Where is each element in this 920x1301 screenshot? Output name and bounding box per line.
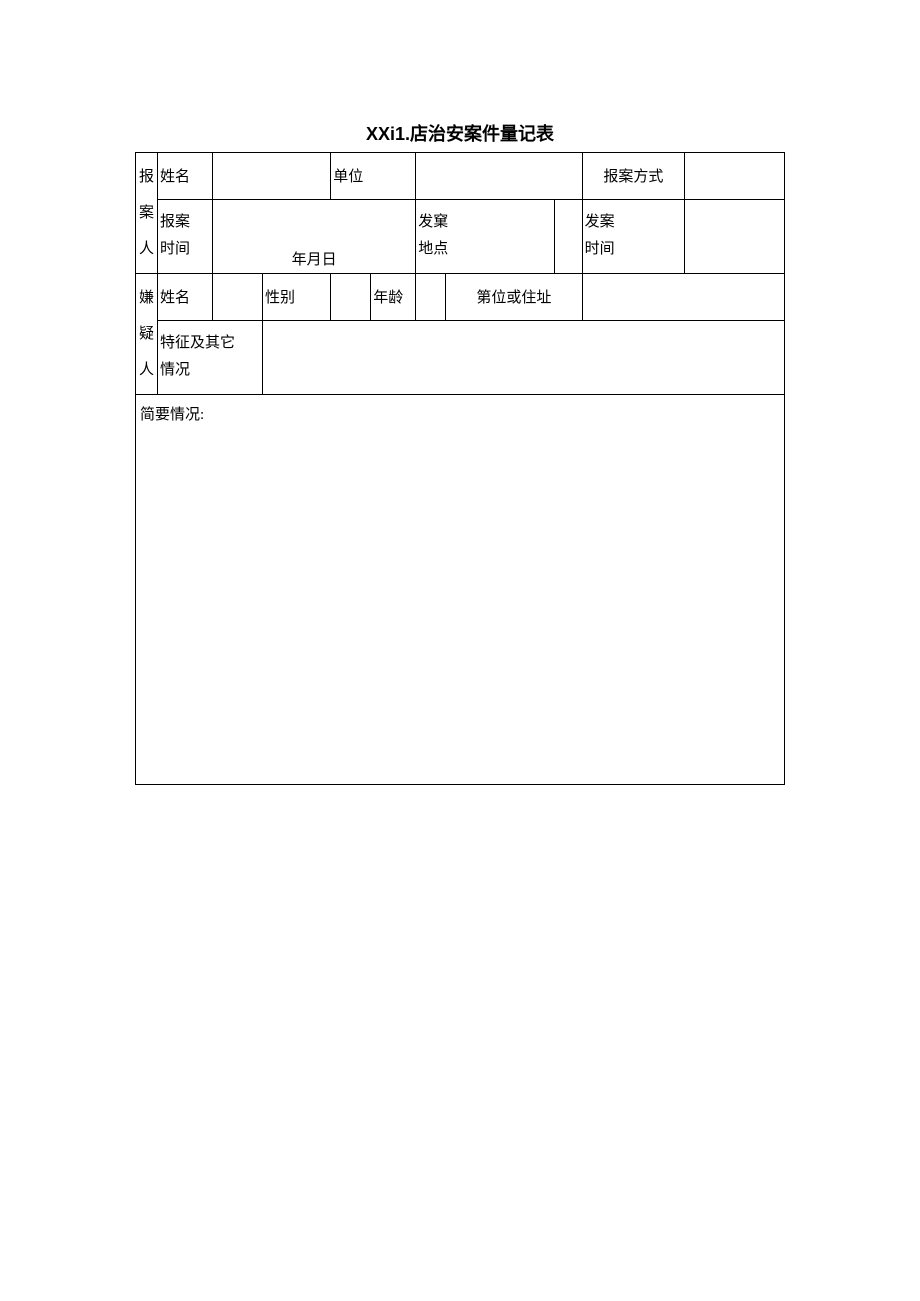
record-table: 报案人 姓名 单位 报案方式 报案时间 年月日 发窠地点 发案时间 嫌疑人 姓名… (135, 152, 785, 785)
incident-location-label: 发窠地点 (416, 199, 555, 273)
brief-label: 简要情况: (140, 407, 204, 423)
suspect-features-value (263, 320, 785, 394)
suspect-address-value (582, 274, 784, 321)
reporter-name-label: 姓名 (158, 153, 213, 200)
incident-location-value (555, 199, 582, 273)
reporter-method-label: 报案方式 (582, 153, 684, 200)
reporter-method-value (685, 153, 785, 200)
brief-situation: 简要情况: (136, 395, 785, 785)
incident-time-value (685, 199, 785, 273)
suspect-name-label: 姓名 (158, 274, 213, 321)
suspect-features-label: 特征及其它情况 (158, 320, 263, 394)
suspect-name-value (213, 274, 263, 321)
suspect-gender-value (331, 274, 371, 321)
report-time-value: 年月日 (213, 199, 416, 273)
form-title: XXi1.店治安案件量记表 (0, 120, 920, 146)
reporter-name-value (213, 153, 331, 200)
suspect-header: 嫌疑人 (136, 274, 158, 395)
suspect-gender-label: 性别 (263, 274, 331, 321)
reporter-unit-label: 单位 (331, 153, 416, 200)
reporter-unit-value (416, 153, 582, 200)
suspect-age-value (416, 274, 446, 321)
reporter-header: 报案人 (136, 153, 158, 274)
suspect-age-label: 年龄 (371, 274, 416, 321)
report-time-label: 报案时间 (158, 199, 213, 273)
suspect-address-label: 第位或住址 (446, 274, 582, 321)
incident-time-label: 发案时间 (582, 199, 684, 273)
